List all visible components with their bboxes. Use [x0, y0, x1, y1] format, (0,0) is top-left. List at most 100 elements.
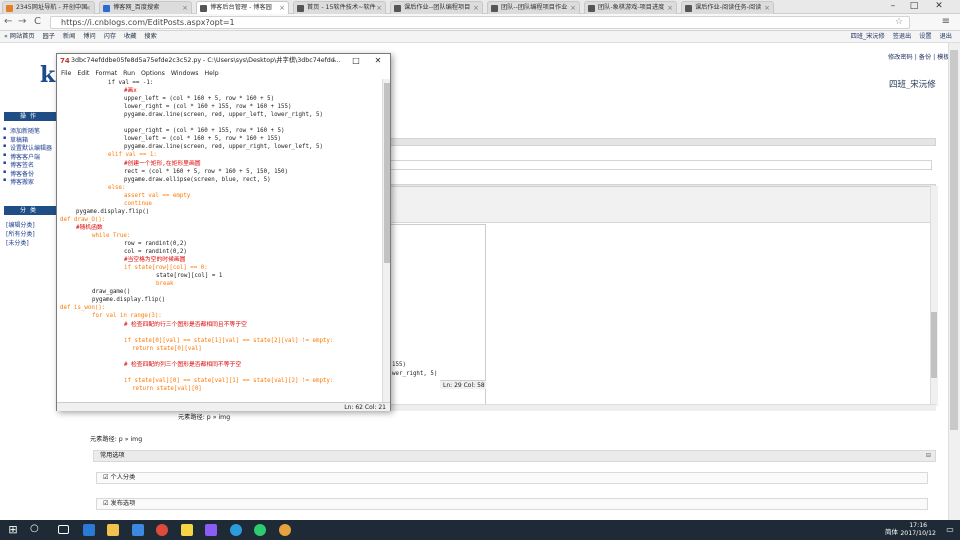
ime-indicator[interactable]: 简体	[885, 526, 898, 536]
code-line: if state[val][0] == state[val][1] == sta…	[124, 377, 334, 384]
idle-scrollbar[interactable]	[382, 79, 390, 402]
bullet-icon: ▪	[3, 126, 7, 132]
code-line: # 检查四配的列三个图形是否都相同不等于空	[124, 361, 242, 368]
site-nav-fav[interactable]: 收藏	[124, 33, 136, 40]
chrome2-icon[interactable]	[278, 524, 291, 536]
tab-label: 2345网址导航 - 开创中国	[16, 4, 88, 11]
settings-link[interactable]: 设置	[919, 33, 931, 40]
tab-favicon-icon	[394, 5, 401, 12]
app-gem-icon[interactable]	[205, 524, 217, 536]
close-button[interactable]: ✕	[930, 0, 948, 12]
idle-icon[interactable]	[180, 524, 193, 536]
tab-4[interactable]: 课后作业--团队编程项目 ×	[390, 1, 483, 14]
idle-menu-windows[interactable]: Windows	[171, 70, 199, 77]
signout-link[interactable]: 签退出	[893, 33, 912, 40]
tab-6[interactable]: 团队-象棋游戏-项目进度 ×	[584, 1, 677, 14]
section-label: 发布选项	[110, 500, 136, 507]
user-name-link[interactable]: 四班_宋沅修	[851, 33, 885, 40]
idle-title-bar[interactable]: 74 3dbc74efddbe05fe8d5a75efde2c3c52.py -…	[57, 54, 390, 68]
tab-close-icon[interactable]: ×	[473, 2, 479, 14]
tab-5[interactable]: 团队--团队编程项目作业 ×	[487, 1, 580, 14]
idle-close-button[interactable]: ✕	[367, 54, 389, 68]
section-personal-category[interactable]: ☑ 个人分类	[96, 472, 928, 484]
site-nav-news[interactable]: 新闻	[63, 33, 75, 40]
tab-0[interactable]: 2345网址导航 - 开创中国 ×	[2, 1, 95, 14]
clock-date: 2017/10/12	[900, 530, 936, 537]
tab-3[interactable]: 首页 - 15软件技术~软件 ×	[293, 1, 386, 14]
idle-menu-edit[interactable]: Edit	[77, 70, 89, 77]
logout-link[interactable]: 退出	[940, 33, 952, 40]
tab-close-icon[interactable]: ×	[182, 2, 188, 14]
search-icon[interactable]: ○	[30, 523, 39, 534]
code-line: lower_left = (col * 160 + 5, row * 160 +…	[124, 136, 282, 143]
maximize-button[interactable]: □	[905, 0, 923, 12]
category-link[interactable]: [编辑分类]	[6, 220, 35, 229]
idle-menu-options[interactable]: Options	[141, 70, 165, 77]
section-common-options[interactable]: 常用选项 ⊟	[93, 450, 936, 462]
notification-icon[interactable]: ▭	[944, 524, 956, 536]
code-line: #当空格为空的时候画圆	[124, 257, 186, 264]
idle-menu-format[interactable]: Format	[95, 70, 117, 77]
idle-menu-file[interactable]: File	[61, 70, 71, 77]
expand-icon[interactable]: ☑	[103, 500, 111, 507]
browser-menu-icon[interactable]: ≡	[942, 16, 950, 27]
idle-code-area[interactable]: if val == -1: #画x upper_left = (col * 160 …	[57, 79, 382, 402]
chrome-icon[interactable]	[156, 524, 168, 536]
tab-close-icon[interactable]: ×	[667, 2, 673, 14]
tab-1[interactable]: 博客网_百度搜索 ×	[99, 1, 192, 14]
green-app-icon[interactable]	[254, 524, 266, 536]
idle-menu-help[interactable]: Help	[205, 70, 219, 77]
tab-close-icon[interactable]: ×	[85, 2, 91, 14]
edge-icon[interactable]	[82, 524, 95, 536]
bullet-icon: ▪	[3, 151, 7, 158]
back-icon[interactable]: ←	[4, 16, 12, 28]
bookmark-star-icon[interactable]: ☆	[895, 17, 903, 27]
tab-2[interactable]: 博客后台管理 - 博客园 ×	[196, 1, 289, 14]
forward-icon[interactable]: →	[18, 16, 26, 28]
idle-menu-run[interactable]: Run	[123, 70, 135, 77]
category-link[interactable]: [所有分类]	[6, 229, 35, 238]
expand-icon[interactable]: ☑	[103, 474, 111, 481]
idle-title: 3dbc74efddbe05fe8d5a75efde2c3c52.py - C:…	[71, 57, 341, 64]
sidebar-item[interactable]: 博客搬家	[10, 177, 34, 186]
tab-7[interactable]: 课后作业-阅读任务-阅读 ×	[681, 1, 774, 14]
code-line: return state[val][0]	[132, 385, 202, 392]
clock[interactable]: 17:16 2017/10/12	[900, 522, 936, 538]
site-nav-home[interactable]: « 网站首页	[4, 33, 35, 40]
start-icon[interactable]: ⊞	[6, 523, 20, 537]
tab-label: 博客网_百度搜索	[113, 4, 160, 11]
url-input[interactable]: https://i.cnblogs.com/EditPosts.aspx?opt…	[50, 16, 910, 29]
collapse-icon[interactable]: ⊟	[926, 451, 931, 461]
qq-browser-icon[interactable]	[229, 524, 242, 536]
site-nav-yuanzi[interactable]: 园子	[43, 33, 55, 40]
tab-label: 课后作业--团队编程项目	[404, 4, 471, 11]
clock-time: 17:16	[909, 522, 928, 529]
file-explorer-icon[interactable]	[107, 524, 119, 536]
account-links[interactable]: 修改密码 | 备份 | 模板	[888, 52, 950, 61]
site-nav-ing[interactable]: 闪存	[104, 33, 116, 40]
tab-close-icon[interactable]: ×	[764, 2, 770, 14]
editor-scrollbar-thumb[interactable]	[931, 312, 937, 378]
store-icon[interactable]	[131, 524, 144, 536]
category-link[interactable]: [未分类]	[6, 238, 29, 247]
code-line: #画x	[124, 88, 137, 95]
system-tray: 简体 17:16 2017/10/12 ▭	[820, 520, 960, 540]
tab-close-icon[interactable]: ×	[376, 2, 382, 14]
minimize-button[interactable]: –	[884, 0, 902, 12]
reload-icon[interactable]: C	[34, 16, 41, 28]
idle-menu-bar: File Edit Format Run Options Windows Help	[57, 68, 390, 79]
task-view-icon[interactable]	[58, 525, 69, 534]
tab-close-icon[interactable]: ×	[570, 2, 576, 14]
page-scrollbar-thumb[interactable]	[950, 50, 958, 430]
idle-minimize-button[interactable]: –	[323, 54, 345, 68]
tab-close-icon[interactable]: ×	[279, 2, 285, 14]
code-line: upper_left = (col * 160 + 5, row * 160 +…	[124, 96, 275, 103]
site-nav-search[interactable]: 搜索	[144, 33, 156, 40]
idle-editor-window[interactable]: 74 3dbc74efddbe05fe8d5a75efde2c3c52.py -…	[56, 53, 391, 411]
idle-scrollbar-thumb[interactable]	[384, 83, 390, 263]
bullet-icon: ▪	[3, 134, 7, 141]
section-publish-options[interactable]: ☑ 发布选项	[96, 498, 928, 510]
code-line: def draw_O():	[60, 216, 106, 223]
idle-maximize-button[interactable]: □	[345, 54, 367, 68]
site-nav-q[interactable]: 博问	[83, 33, 95, 40]
